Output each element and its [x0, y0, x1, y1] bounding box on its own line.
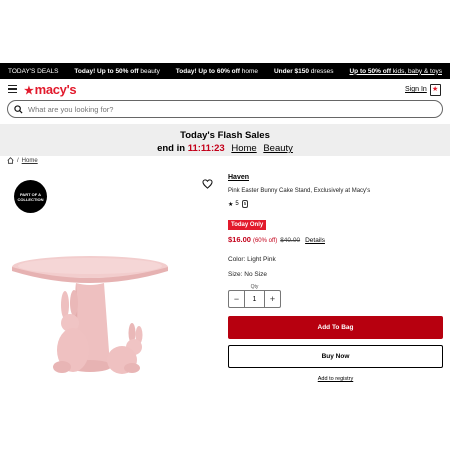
shopping-bag-icon[interactable]: ★	[430, 84, 441, 96]
collection-badge[interactable]: PART OF A COLLECTION	[14, 180, 47, 213]
breadcrumb: / Home	[7, 157, 38, 164]
promo-kids-link[interactable]: Up to 50% off kids, baby & toys	[349, 68, 441, 75]
product-image[interactable]	[10, 255, 190, 385]
sign-in-link[interactable]: Sign In	[405, 86, 427, 93]
macys-logo[interactable]: ★macy's	[24, 82, 77, 97]
promo-home-link[interactable]: Today! Up to 60% off home	[176, 68, 258, 75]
promo-bar: TODAY'S DEALS Today! Up to 50% off beaut…	[0, 63, 450, 79]
promo-dresses-link[interactable]: Under $150 dresses	[274, 68, 334, 75]
today-only-badge: Today Only	[228, 220, 267, 230]
product-rating[interactable]: ★ 5 5	[228, 200, 249, 208]
color-label: Color: Light Pink	[228, 256, 276, 263]
quantity-stepper: − Qty 1 +	[228, 284, 281, 308]
qty-decrease-button[interactable]: −	[229, 291, 244, 307]
original-price: $40.00	[280, 237, 301, 244]
home-icon[interactable]	[7, 157, 14, 164]
add-to-bag-button[interactable]: Add To Bag	[228, 316, 443, 339]
size-label: Size: No Size	[228, 271, 268, 278]
todays-deals-link[interactable]: TODAY'S DEALS	[8, 68, 59, 75]
site-header: ★macy's Sign In ★	[0, 81, 450, 98]
product-title: Pink Easter Bunny Cake Stand, Exclusivel…	[228, 188, 371, 194]
star-logo-icon: ★	[24, 85, 34, 97]
discount-percent: (60% off)	[252, 238, 278, 244]
qty-increase-button[interactable]: +	[265, 291, 280, 307]
flash-sales-countdown: end in 11:11:23 Home Beauty	[157, 143, 293, 154]
search-input[interactable]	[28, 104, 428, 114]
flash-home-link[interactable]: Home	[231, 143, 256, 154]
price-block: $16.00 (60% off) $40.00 Details	[228, 235, 325, 244]
search-icon	[14, 104, 23, 114]
breadcrumb-home-link[interactable]: Home	[22, 158, 38, 164]
review-count[interactable]: 5	[241, 200, 249, 208]
qty-label: Qty	[249, 284, 260, 290]
buy-now-button[interactable]: Buy Now	[228, 345, 443, 368]
search-bar[interactable]	[7, 100, 443, 118]
sale-price: $16.00	[228, 235, 251, 244]
heart-icon[interactable]	[202, 179, 213, 189]
flash-beauty-link[interactable]: Beauty	[263, 143, 293, 154]
star-icon: ★	[228, 201, 234, 208]
promo-beauty-link[interactable]: Today! Up to 50% off beauty	[74, 68, 159, 75]
add-to-registry-link[interactable]: Add to registry	[228, 376, 443, 382]
price-details-link[interactable]: Details	[305, 237, 325, 244]
qty-value[interactable]: 1	[253, 296, 257, 303]
product-brand[interactable]: Haven	[228, 174, 249, 181]
menu-icon[interactable]	[8, 85, 17, 93]
flash-sales-banner: Today's Flash Sales end in 11:11:23 Home…	[0, 124, 450, 156]
countdown-timer: 11:11:23	[187, 143, 225, 154]
rating-value: 5	[235, 201, 239, 207]
flash-sales-title: Today's Flash Sales	[180, 130, 270, 141]
